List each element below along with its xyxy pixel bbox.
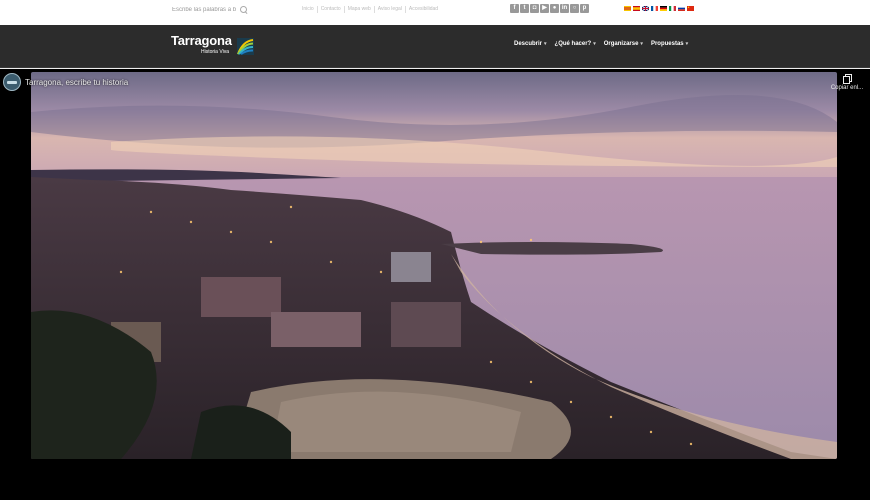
nav-organize[interactable]: Organizarse ▾ — [604, 41, 643, 47]
nav-discover[interactable]: Descubrir ▾ — [514, 41, 547, 47]
logo-mark-icon[interactable] — [237, 38, 254, 55]
video-title[interactable]: Tarragona, escribe tu historia — [25, 78, 128, 87]
search-input[interactable] — [172, 5, 236, 15]
spanish-flag[interactable] — [633, 6, 640, 11]
german-flag[interactable] — [660, 6, 667, 11]
facebook-icon[interactable]: f — [510, 4, 519, 13]
chinese-flag[interactable] — [687, 6, 694, 11]
nav-what-to-do[interactable]: ¿Qué hacer? ▾ — [555, 41, 596, 47]
english-flag[interactable] — [642, 6, 649, 11]
social-icons: f t ◘ ▶ ● in ○ p — [510, 4, 589, 13]
flickr-icon[interactable]: ● — [550, 4, 559, 13]
utility-link-legal[interactable]: Aviso legal — [375, 6, 406, 13]
nav-proposals[interactable]: Propuestas ▾ — [651, 41, 688, 47]
site-logo[interactable]: Tarragona Historia Viva — [171, 33, 232, 56]
linkedin-icon[interactable]: in — [560, 4, 569, 13]
nav-discover-label: Descubrir — [514, 41, 543, 47]
tripadvisor-icon[interactable]: ○ — [570, 4, 579, 13]
nav-proposals-label: Propuestas — [650, 41, 684, 47]
copy-icon — [843, 74, 852, 84]
pinterest-icon[interactable]: p — [580, 4, 589, 13]
main-header: Tarragona Historia Viva — [0, 25, 870, 68]
logo-name: Tarragona — [171, 33, 232, 48]
main-nav: Descubrir ▾ ¿Qué hacer? ▾ Organizarse ▾ … — [514, 41, 688, 47]
nav-organize-label: Organizarse — [603, 41, 639, 47]
chevron-down-icon: ▾ — [685, 41, 689, 47]
utility-link-contact[interactable]: Contacto — [318, 6, 345, 13]
russian-flag[interactable] — [678, 6, 685, 11]
video-channel-header: Tarragona, escribe tu historia — [3, 73, 128, 91]
utility-link-sitemap[interactable]: Mapa web — [345, 6, 375, 13]
video-player[interactable]: Tarragona, escribe tu historia Copiar en… — [0, 69, 870, 500]
utility-link-accessibility[interactable]: Accesibilidad — [406, 6, 441, 13]
french-flag[interactable] — [651, 6, 658, 11]
top-utility-bar: Inicio Contacto Mapa web Aviso legal Acc… — [0, 0, 870, 25]
channel-avatar[interactable] — [3, 73, 21, 91]
utility-link-home[interactable]: Inicio — [299, 6, 318, 13]
aerial-city-image — [31, 72, 837, 459]
utility-links: Inicio Contacto Mapa web Aviso legal Acc… — [299, 6, 441, 13]
video-frame[interactable] — [31, 72, 837, 459]
instagram-icon[interactable]: ◘ — [530, 4, 539, 13]
catalan-flag[interactable] — [624, 6, 631, 11]
italian-flag[interactable] — [669, 6, 676, 11]
logo-tagline: Historia Viva — [201, 49, 229, 55]
chevron-down-icon: ▾ — [544, 41, 547, 47]
copy-link-label: Copiar enl... — [830, 85, 864, 91]
language-selector — [624, 6, 694, 11]
chevron-down-icon: ▾ — [640, 41, 643, 47]
youtube-icon[interactable]: ▶ — [540, 4, 549, 13]
twitter-icon[interactable]: t — [520, 4, 529, 13]
search-icon[interactable] — [240, 5, 249, 15]
search-box — [172, 4, 249, 16]
nav-what-to-do-label: ¿Qué hacer? — [554, 41, 592, 47]
chevron-down-icon: ▾ — [593, 41, 596, 47]
copy-link-button[interactable]: Copiar enl... — [827, 74, 867, 91]
